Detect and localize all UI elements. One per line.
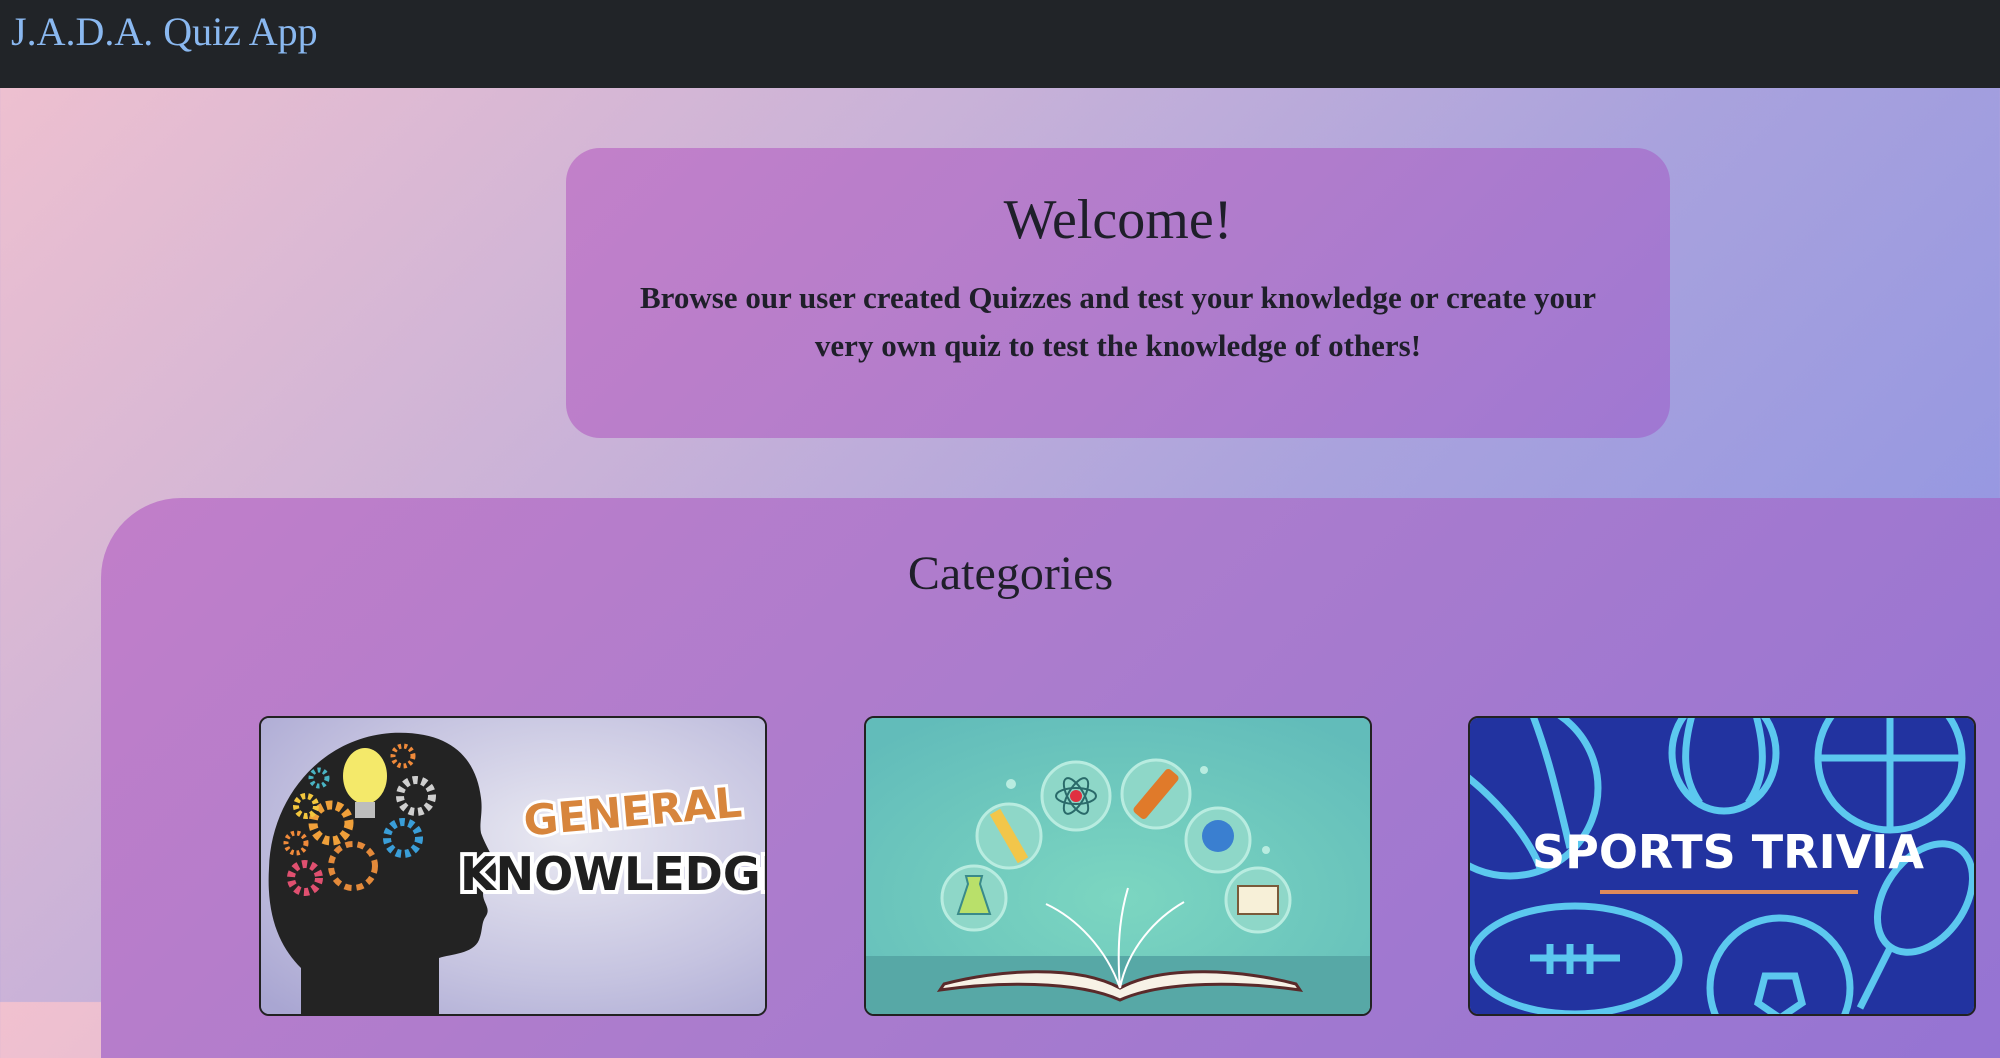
education-image (866, 718, 1370, 1014)
welcome-title: Welcome! (1003, 189, 1233, 251)
category-card-education[interactable] (864, 716, 1372, 1016)
welcome-text: Browse our user created Quizzes and test… (639, 280, 1597, 363)
title-underline (1600, 890, 1858, 894)
categories-title: Categories (907, 547, 1114, 600)
lightbulb-icon (343, 748, 387, 804)
category-card-sports-trivia[interactable]: SPORTS TRIVIA (1468, 716, 1976, 1016)
sports-trivia-image: SPORTS TRIVIA (1470, 718, 1974, 1014)
general-knowledge-image: GENERAL KNOWLEDGE (261, 718, 767, 1014)
brand-link[interactable]: J.A.D.A. Quiz App (11, 8, 318, 55)
card-title-line2: KNOWLEDGE (460, 847, 767, 901)
welcome-panel: Welcome! Browse our user created Quizzes… (566, 148, 1670, 438)
navbar: J.A.D.A. Quiz App (0, 0, 2000, 88)
category-card-general-knowledge[interactable]: GENERAL KNOWLEDGE (259, 716, 767, 1016)
book-small-icon (1237, 885, 1279, 915)
card-title: SPORTS TRIVIA (1532, 825, 1924, 879)
globe-icon (1202, 820, 1234, 852)
